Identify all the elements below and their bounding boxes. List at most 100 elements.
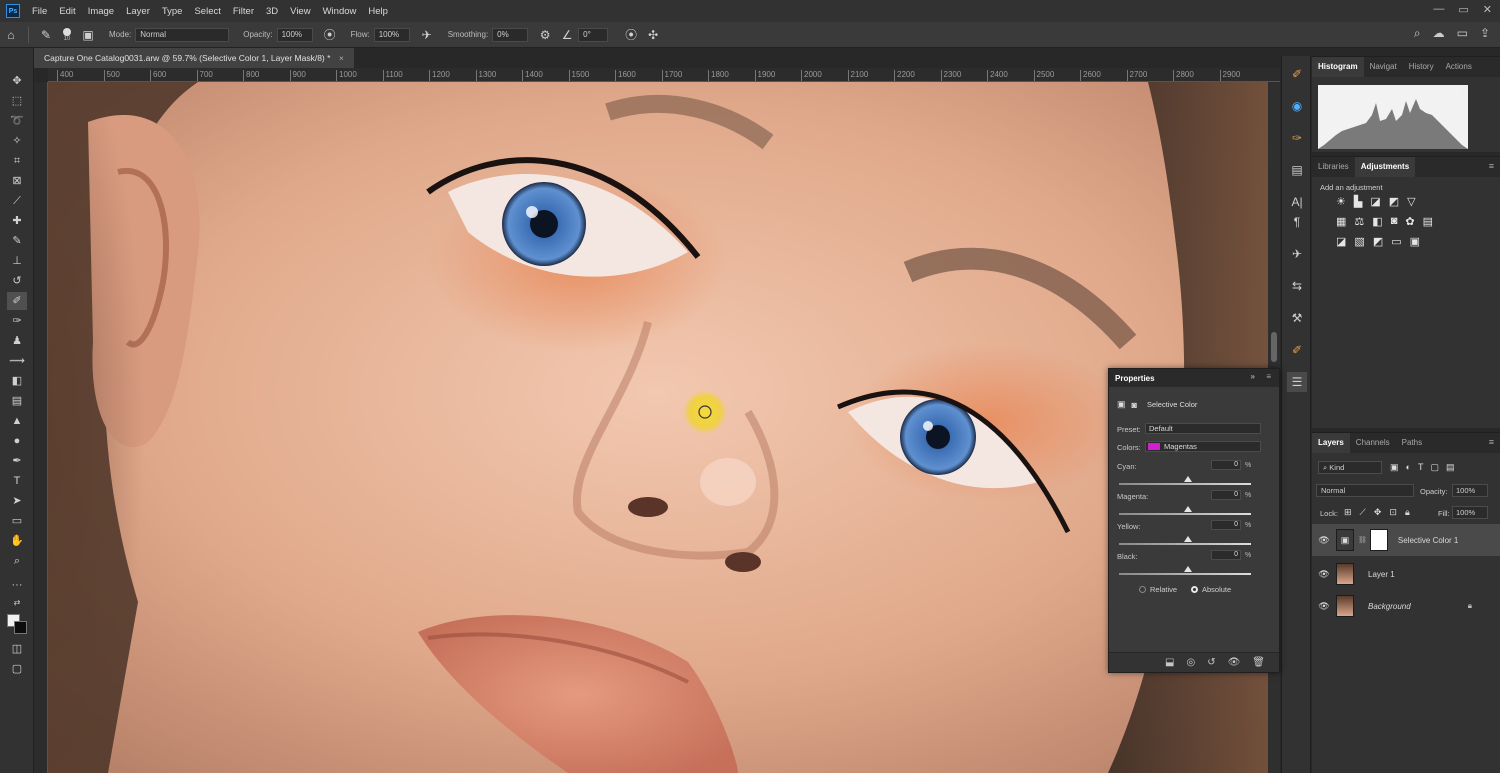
visibility-eye-icon[interactable]: 👁︎ [1312,535,1336,546]
minimize-button[interactable]: — [1433,3,1444,16]
paragraph-panel-icon[interactable]: ¶ [1287,212,1307,232]
smoothing-field[interactable]: 0% [492,27,529,42]
preset-select[interactable]: Default [1145,423,1261,434]
brush-tool-icon[interactable]: ✎ [35,28,57,42]
move-tool-icon[interactable]: ✥ [7,72,27,90]
menu-type[interactable]: Type [156,6,189,17]
curves-icon[interactable]: ◪ [1370,195,1380,208]
magenta-slider-knob[interactable] [1184,506,1192,512]
filter-smart-object-icon[interactable]: ▤ [1446,462,1455,473]
layers-panel-menu-icon[interactable]: ≡ [1489,437,1494,447]
brightness-contrast-icon[interactable]: ☀ [1336,195,1346,208]
levels-icon[interactable]: ▙ [1354,195,1362,208]
tab-libraries[interactable]: Libraries [1312,157,1355,177]
brushes-panel-icon[interactable]: ✑ [1287,128,1307,148]
layer-mask-thumbnail[interactable] [1369,529,1388,551]
visibility-eye-icon[interactable]: 👁︎ [1312,601,1336,612]
maximize-button[interactable]: ▭ [1458,3,1468,16]
close-window-button[interactable]: ✕ [1483,3,1492,16]
threshold-icon[interactable]: ◩ [1373,235,1383,248]
scrollbar-thumb[interactable] [1271,332,1277,362]
lock-position-icon[interactable]: ✥ [1374,507,1382,518]
swap-colors-icon[interactable]: ⇄ [7,594,27,612]
brush-tool-icon[interactable]: ✎ [7,232,27,250]
flow-field[interactable]: 100% [373,27,410,42]
type-tool-icon[interactable]: T [7,472,27,490]
channel-mixer-icon[interactable]: ✿ [1405,215,1414,228]
exposure-icon[interactable]: ◩ [1389,195,1399,208]
tab-channels[interactable]: Channels [1350,433,1396,453]
tab-histogram[interactable]: Histogram [1312,57,1364,77]
background-color-swatch[interactable] [14,621,27,634]
black-value-field[interactable]: 0 [1211,550,1241,560]
layer-opacity-field[interactable]: 100% [1452,484,1488,497]
tab-paths[interactable]: Paths [1396,433,1428,453]
character-panel-icon[interactable]: A| [1287,192,1307,212]
blend-mode-select[interactable]: Normal [1316,484,1414,497]
relative-radio[interactable]: Relative [1139,585,1177,594]
screen-mode-icon[interactable]: ▢ [7,660,27,678]
gradient-tool-icon[interactable]: ▤ [7,392,27,410]
filter-pixel-icon[interactable]: ▣ [1390,462,1399,473]
menu-select[interactable]: Select [188,6,226,17]
filter-type-icon[interactable]: T [1418,462,1424,473]
magenta-slider-track[interactable] [1119,513,1251,515]
horizontal-ruler[interactable]: 400 500 600 700 800 900 1000 1100 1200 1300 1400 15… [48,68,1280,82]
delete-trash-icon[interactable]: 🗑︎ [1252,657,1265,668]
pressure-opacity-icon[interactable]: ⦿ [319,26,341,43]
filter-adjustment-icon[interactable]: ◐ [1406,462,1411,473]
reset-icon[interactable]: ↺ [1207,657,1215,668]
pressure-size-icon[interactable]: ⦿ [620,26,642,43]
clone-source-icon[interactable]: ✐ [1287,340,1307,360]
mask-properties-icon[interactable]: ◙ [1132,400,1137,410]
layer-row-background[interactable]: 👁︎ Background 🔒︎ [1312,590,1500,622]
absolute-radio[interactable]: Absolute [1191,585,1231,594]
visibility-eye-icon[interactable]: 👁︎ [1312,569,1336,580]
menu-layer[interactable]: Layer [120,6,156,17]
photo-filter-icon[interactable]: ◙ [1391,215,1398,228]
mode-select[interactable]: Normal [135,27,230,42]
history-brush-tool-icon[interactable]: ↺ [7,272,27,290]
menu-view[interactable]: View [284,6,316,17]
smoothing-settings-gear-icon[interactable]: ⚙ [534,28,556,42]
selective-color-layer-icon[interactable]: ▣ [1117,399,1126,410]
clip-to-layer-icon[interactable]: ⬓ [1165,657,1174,668]
brush-preset-picker[interactable]: 10 [63,27,71,42]
airbrush-icon[interactable]: ✈ [416,28,438,42]
hand-tool-icon[interactable]: ✋ [7,532,27,550]
cyan-slider-knob[interactable] [1184,476,1192,482]
lock-transparent-icon[interactable]: ⊞ [1344,507,1352,518]
dodge-tool-icon[interactable]: ● [7,432,27,450]
tab-actions[interactable]: Actions [1440,57,1478,77]
tab-navigator[interactable]: Navigat [1364,57,1403,77]
layer-row-layer-1[interactable]: 👁︎ Layer 1 [1312,558,1500,590]
filter-shape-icon[interactable]: ▢ [1430,462,1439,473]
search-icon[interactable]: ⌕ [1414,26,1421,41]
menu-filter[interactable]: Filter [227,6,260,17]
lasso-tool-icon[interactable]: ➰ [7,112,27,130]
properties-panel-icon[interactable]: ☰ [1287,372,1307,392]
glyphs-panel-icon[interactable]: ✈ [1287,244,1307,264]
close-tab-icon[interactable]: × [339,53,344,63]
histogram-warning-icon[interactable]: ⚠ [1458,89,1467,100]
view-previous-icon[interactable]: ◎ [1186,657,1195,668]
stamp-tool-icon[interactable]: ♟ [7,332,27,350]
cloud-docs-icon[interactable]: ☁ [1433,26,1445,41]
zoom-tool-icon[interactable]: ⌕ [7,552,27,570]
tab-layers[interactable]: Layers [1312,433,1350,453]
color-lookup-icon[interactable]: ▤ [1423,215,1433,228]
tab-adjustments[interactable]: Adjustments [1354,157,1416,177]
properties-header[interactable]: Properties » ≡ [1109,369,1279,387]
layer-lock-icon[interactable]: 🔒︎ [1468,601,1472,611]
vibrance-icon[interactable]: ▽ [1407,195,1415,208]
fill-field[interactable]: 100% [1452,506,1488,519]
yellow-value-field[interactable]: 0 [1211,520,1241,530]
symmetry-icon[interactable]: ✣ [642,28,664,42]
black-slider-track[interactable] [1119,573,1251,575]
document-tab[interactable]: Capture One Catalog0031.arw @ 59.7% (Sel… [34,48,354,68]
posterize-icon[interactable]: ▧ [1354,235,1364,248]
properties-menu-icon[interactable]: ≡ [1266,372,1271,381]
cyan-value-field[interactable]: 0 [1211,460,1241,470]
gradient-map-icon[interactable]: ▭ [1391,235,1401,248]
opacity-field[interactable]: 100% [276,27,313,42]
